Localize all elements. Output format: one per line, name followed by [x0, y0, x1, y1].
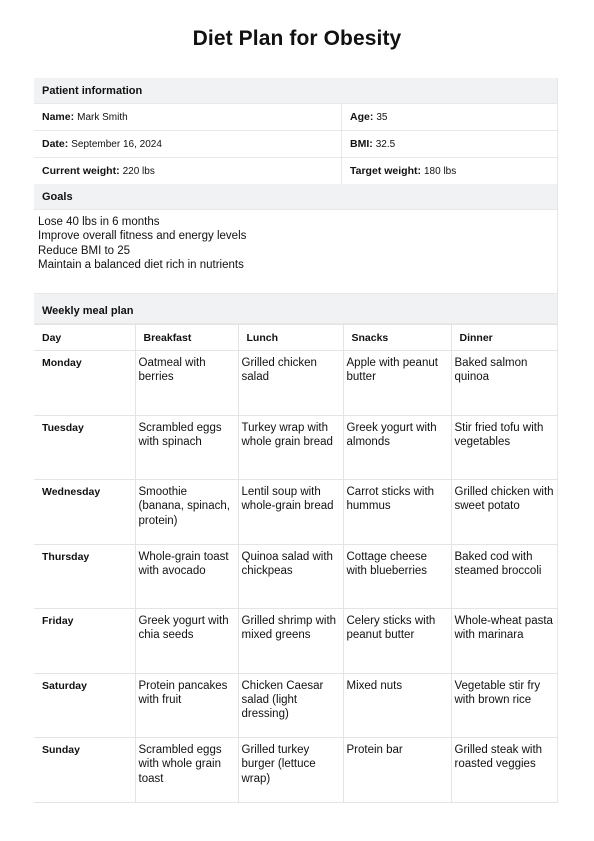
info-row: Date: September 16, 2024 BMI: 32.5 [34, 131, 557, 158]
day-cell: Saturday [34, 672, 136, 738]
lunch-cell: Quinoa salad with chickpeas [237, 543, 344, 609]
age-field: Age: 35 [342, 104, 557, 130]
lunch-cell: Lentil soup with whole-grain bread [237, 479, 344, 545]
dinner-cell: Grilled chicken with sweet potato [450, 479, 557, 545]
snacks-cell: Celery sticks with peanut butter [342, 608, 452, 674]
date-value: September 16, 2024 [71, 138, 162, 150]
day-cell: Sunday [34, 737, 136, 803]
dinner-cell: Baked cod with steamed broccoli [450, 543, 557, 609]
table-row: Thursday Whole-grain toast with avocado … [34, 543, 557, 609]
column-header-lunch: Lunch [237, 324, 344, 351]
dinner-cell: Stir fried tofu with vegetables [450, 414, 557, 480]
table-row: Saturday Protein pancakes with fruit Chi… [34, 672, 557, 738]
target-weight-field: Target weight: 180 lbs [342, 158, 557, 184]
weekly-meal-plan-header: Weekly meal plan [34, 294, 557, 324]
target-weight-label: Target weight: [350, 165, 421, 177]
name-value: Mark Smith [77, 111, 128, 123]
lunch-cell: Grilled shrimp with mixed greens [237, 608, 344, 674]
table-row: Wednesday Smoothie (banana, spinach, pro… [34, 479, 557, 545]
goals-list: Lose 40 lbs in 6 months Improve overall … [34, 210, 557, 294]
snacks-cell: Apple with peanut butter [342, 350, 452, 416]
goal-item: Reduce BMI to 25 [38, 244, 131, 257]
day-cell: Thursday [34, 543, 136, 609]
dinner-cell: Baked salmon quinoa [450, 350, 557, 416]
date-label: Date: [42, 138, 69, 150]
lunch-cell: Grilled turkey burger (lettuce wrap) [237, 737, 344, 803]
dinner-cell: Grilled steak with roasted veggies [450, 737, 557, 803]
info-row: Name: Mark Smith Age: 35 [34, 104, 557, 131]
day-cell: Tuesday [34, 414, 136, 480]
snacks-cell: Cottage cheese with blueberries [342, 543, 452, 609]
diet-plan-form: Patient information Name: Mark Smith Age… [34, 78, 558, 803]
table-row: Friday Greek yogurt with chia seeds Gril… [34, 608, 557, 674]
info-row: Current weight: 220 lbs Target weight: 1… [34, 158, 557, 184]
target-weight-value: 180 lbs [423, 165, 457, 177]
table-row: Sunday Scrambled eggs with whole grain t… [34, 737, 557, 803]
day-cell: Monday [34, 350, 136, 416]
goal-item: Lose 40 lbs in 6 months [38, 216, 160, 228]
table-row: Monday Oatmeal with berries Grilled chic… [34, 350, 557, 416]
table-row: Tuesday Scrambled eggs with spinach Turk… [34, 414, 557, 480]
snacks-cell: Protein bar [342, 737, 452, 803]
goals-header: Goals [34, 184, 557, 210]
breakfast-cell: Greek yogurt with chia seeds [134, 608, 239, 674]
name-field: Name: Mark Smith [34, 104, 342, 130]
breakfast-cell: Scrambled eggs with whole grain toast [134, 737, 239, 803]
meal-plan-table: Day Breakfast Lunch Snacks Dinner Monday… [34, 324, 557, 803]
lunch-cell: Chicken Caesar salad (light dressing) [237, 672, 344, 738]
bmi-value: 32.5 [375, 138, 396, 150]
current-weight-label: Current weight: [42, 165, 120, 177]
dinner-cell: Whole-wheat pasta with marinara [450, 608, 557, 674]
snacks-cell: Carrot sticks with hummus [342, 479, 452, 545]
table-header-row: Day Breakfast Lunch Snacks Dinner [34, 324, 557, 351]
current-weight-field: Current weight: 220 lbs [34, 158, 342, 184]
goal-item: Improve overall fitness and energy level… [38, 230, 247, 243]
dinner-cell: Vegetable stir fry with brown rice [450, 672, 557, 738]
bmi-label: BMI: [350, 138, 373, 150]
column-header-snacks: Snacks [342, 324, 452, 351]
column-header-day: Day [34, 324, 136, 351]
patient-information-header: Patient information [34, 78, 557, 104]
breakfast-cell: Protein pancakes with fruit [134, 672, 239, 738]
name-label: Name: [42, 111, 75, 123]
breakfast-cell: Whole-grain toast with avocado [134, 543, 239, 609]
breakfast-cell: Scrambled eggs with spinach [134, 414, 239, 480]
breakfast-cell: Smoothie (banana, spinach, protein) [134, 479, 239, 545]
age-value: 35 [376, 111, 388, 123]
page-title: Diet Plan for Obesity [192, 27, 402, 50]
column-header-breakfast: Breakfast [134, 324, 239, 351]
snacks-cell: Greek yogurt with almonds [342, 414, 452, 480]
current-weight-value: 220 lbs [122, 165, 155, 177]
age-label: Age: [350, 111, 374, 123]
snacks-cell: Mixed nuts [342, 672, 452, 738]
bmi-field: BMI: 32.5 [342, 131, 557, 157]
lunch-cell: Grilled chicken salad [237, 350, 344, 416]
goal-item: Maintain a balanced diet rich in nutrien… [38, 258, 244, 271]
breakfast-cell: Oatmeal with berries [134, 350, 239, 416]
lunch-cell: Turkey wrap with whole grain bread [237, 414, 344, 480]
day-cell: Wednesday [34, 479, 136, 545]
column-header-dinner: Dinner [450, 324, 557, 351]
day-cell: Friday [34, 608, 136, 674]
date-field: Date: September 16, 2024 [34, 131, 342, 157]
